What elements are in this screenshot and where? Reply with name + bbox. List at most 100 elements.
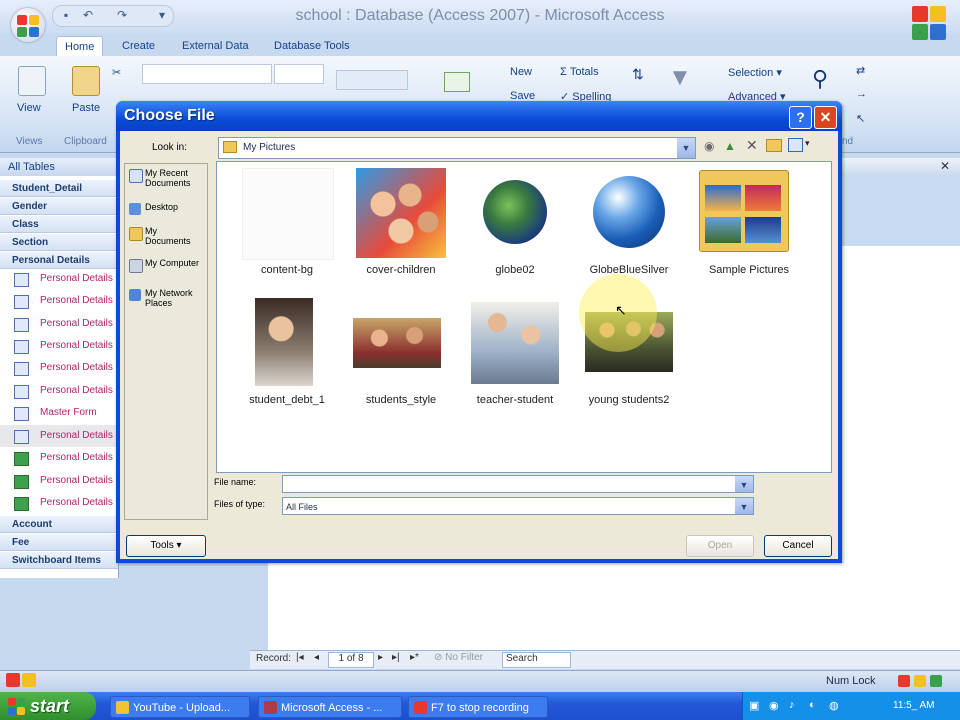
record-search-box[interactable]: Search [502,652,571,668]
nav-header[interactable]: All Tables [0,158,118,176]
font-name-box[interactable] [142,64,272,84]
file-list: content-bg cover-children globe02 GlobeB… [216,161,832,473]
navigation-pane: All Tables Student_Detail Gender Class S… [0,158,119,578]
find-binoculars-icon[interactable]: ⚲ [812,66,828,92]
sort-icon[interactable]: ⇅ [632,66,644,83]
files-of-type-select[interactable]: All Files ▼ [282,497,754,515]
tray-icon[interactable]: ◍ [829,699,839,712]
nav-item[interactable]: Personal Details [0,492,118,514]
tab-home[interactable]: Home [56,36,104,57]
nav-group-student-detail[interactable]: Student_Detail [0,180,118,197]
task-recorder[interactable]: F7 to stop recording [408,696,548,718]
cut-icon[interactable]: ✂ [112,66,121,79]
nav-item[interactable]: Personal Details [0,470,118,492]
new-record-button[interactable]: New [488,66,532,78]
nav-item[interactable]: Personal Details [0,268,118,290]
tools-button[interactable]: Tools ▾ [126,535,206,557]
tray-icon[interactable]: ▣ [749,699,759,712]
chevron-down-icon[interactable]: ▼ [677,138,695,158]
nav-item[interactable]: Personal Details [0,290,118,312]
sample-thumb-flowers [745,185,781,211]
paragraph-tools[interactable] [336,70,408,90]
nav-item-label: Personal Details [40,362,113,373]
chevron-down-icon[interactable]: ▼ [735,498,753,514]
task-access[interactable]: Microsoft Access - ... [258,696,402,718]
tab-database-tools[interactable]: Database Tools [266,36,358,56]
filter-label: No Filter [445,652,483,663]
nav-group-account[interactable]: Account [0,516,118,533]
task-youtube[interactable]: YouTube - Upload... [110,696,250,718]
nav-item[interactable]: Personal Details [0,425,118,447]
nav-item[interactable]: Personal Details [0,313,118,335]
cancel-button[interactable]: Cancel [764,535,832,557]
nav-item[interactable]: Personal Details [0,447,118,469]
file-item[interactable]: globe02 [455,168,575,278]
nav-item-label: Personal Details [40,475,113,486]
next-record-icon[interactable]: ▸ [378,652,383,663]
nav-group-gender[interactable]: Gender [0,198,118,215]
refresh-icon[interactable] [444,72,470,92]
help-button[interactable]: ? [789,106,812,129]
new-record-icon[interactable]: ▸* [410,652,419,663]
chevron-down-icon[interactable]: ▼ [735,476,753,492]
views-menu-icon[interactable] [788,138,803,152]
my-computer-icon [129,259,143,273]
prev-record-icon[interactable]: ◂ [314,652,319,663]
nav-group-personal-details[interactable]: Personal Details [0,252,118,269]
place-network[interactable]: My Network Places [129,288,205,310]
selection-label: Selection [728,67,774,79]
back-icon[interactable]: ◉ [704,139,714,153]
nav-group-class[interactable]: Class [0,216,118,233]
selection-button[interactable]: Selection ▾ [712,66,782,79]
file-item[interactable]: GlobeBlueSilver [569,168,689,278]
file-item[interactable]: cover-children [341,168,461,278]
goto-icon[interactable]: → [856,88,867,100]
select-icon[interactable]: ↖ [856,112,865,125]
nav-group-switchboard-items[interactable]: Switchboard Items [0,552,118,569]
open-button[interactable]: Open [686,535,754,557]
nav-group-section[interactable]: Section [0,234,118,251]
delete-icon[interactable]: ✕ [746,137,758,154]
place-my-documents[interactable]: My Documents [129,226,205,248]
up-folder-icon[interactable]: ▲ [724,139,736,153]
tray-icon[interactable]: ◉ [769,699,779,712]
file-item[interactable]: content-bg [227,168,347,278]
new-folder-icon[interactable] [766,139,782,152]
close-button[interactable]: ✕ [814,106,837,129]
file-item[interactable]: student_debt_1 [227,298,347,408]
folder-item[interactable]: Sample Pictures [689,168,809,278]
replace-icon[interactable]: ⇄ [856,64,865,77]
totals-button[interactable]: Σ Totals [560,66,599,78]
place-my-computer[interactable]: My Computer [129,258,205,280]
filter-icon[interactable]: ▼ [668,64,692,92]
place-recent[interactable]: My Recent Documents [129,168,205,190]
view-switcher[interactable] [894,673,954,691]
tab-create[interactable]: Create [114,36,163,56]
tray-icon[interactable]: ♪ [789,699,795,711]
close-document-icon[interactable]: ✕ [940,159,950,173]
file-item[interactable]: students_style [341,298,461,408]
file-item[interactable]: teacher-student [455,298,575,408]
nav-item[interactable]: Personal Details [0,335,118,357]
nav-group-fee[interactable]: Fee [0,534,118,551]
dialog-title-bar[interactable]: Choose File ? ✕ [116,101,842,131]
windows-logo-icon [8,698,26,716]
file-name-input[interactable]: ▼ [282,475,754,493]
group-views-label: Views [16,136,43,147]
look-in-select[interactable]: My Pictures ▼ [218,137,696,159]
nav-item[interactable]: Personal Details [0,380,118,402]
filter-status[interactable]: ⊘ No Filter [434,652,483,663]
tray-icon[interactable]: ◐ [809,699,816,711]
paste-button[interactable]: Paste [72,102,100,114]
views-dropdown-icon[interactable]: ▾ [805,138,810,149]
last-record-icon[interactable]: ▸| [392,652,400,663]
font-size-box[interactable] [274,64,324,84]
nav-item[interactable]: Personal Details [0,357,118,379]
view-button[interactable]: View [17,102,41,114]
tab-external-data[interactable]: External Data [174,36,257,56]
nav-item[interactable]: Master Form [0,402,118,424]
view-icon [18,66,46,96]
record-position[interactable]: 1 of 8 [328,652,374,668]
place-desktop[interactable]: Desktop [129,202,205,216]
first-record-icon[interactable]: |◂ [296,652,304,663]
